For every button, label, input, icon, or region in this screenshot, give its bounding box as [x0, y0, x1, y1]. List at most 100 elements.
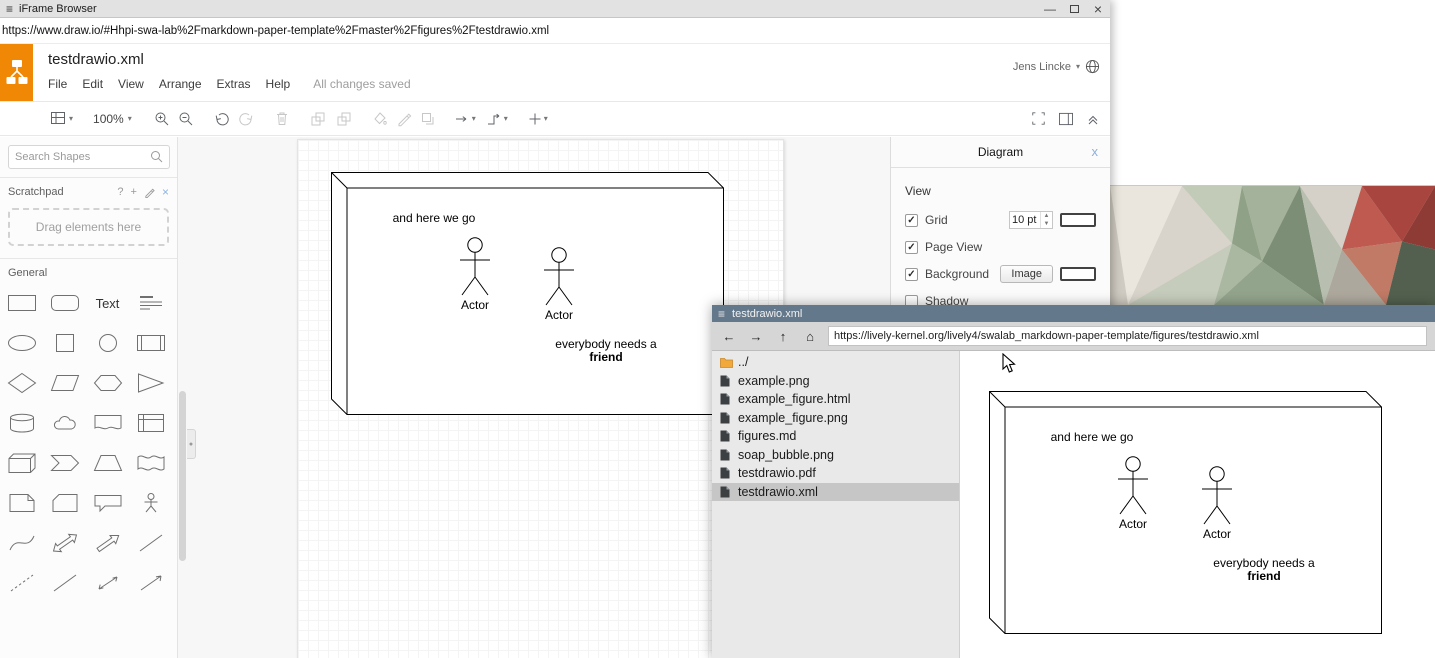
back-button[interactable]: ← — [720, 329, 738, 344]
close-format-panel-icon[interactable]: x — [1092, 144, 1099, 159]
shape-line[interactable] — [129, 523, 172, 563]
shape-step[interactable] — [43, 443, 86, 483]
shape-line-diagonal[interactable] — [43, 563, 86, 603]
shape-parallelogram[interactable] — [43, 363, 86, 403]
file-row[interactable]: example_figure.html — [712, 390, 959, 409]
help-icon[interactable]: ? — [117, 186, 123, 198]
menu-view[interactable]: View — [118, 77, 144, 91]
shape-cloud[interactable] — [43, 403, 86, 443]
format-tab-diagram[interactable]: Diagram — [978, 145, 1023, 159]
file-row[interactable]: testdrawio.pdf — [712, 464, 959, 483]
page-view-checkbox[interactable] — [905, 241, 918, 254]
home-button[interactable]: ⌂ — [801, 329, 819, 344]
caption-text[interactable]: everybody needs a — [1213, 556, 1315, 570]
window-menu-icon[interactable]: ≡ — [6, 2, 13, 16]
shape-diamond[interactable] — [0, 363, 43, 403]
window-titlebar[interactable]: ≡ iFrame Browser — × — [0, 0, 1110, 18]
menu-edit[interactable]: Edit — [82, 77, 103, 91]
user-name[interactable]: Jens Lincke — [1013, 61, 1071, 73]
shape-callout[interactable] — [86, 483, 129, 523]
fullscreen-icon[interactable] — [1031, 111, 1046, 126]
background-image-button[interactable]: Image — [1000, 265, 1053, 283]
file-browser-titlebar[interactable]: ≡ testdrawio.xml — [712, 305, 1435, 322]
spinner-up-icon[interactable]: ▲ — [1041, 212, 1052, 220]
maximize-button[interactable] — [1062, 0, 1086, 17]
shapes-panel-scrollbar[interactable] — [178, 137, 187, 658]
waypoints-button[interactable]: ▾ — [486, 112, 508, 126]
shape-bidirectional-connector[interactable] — [86, 563, 129, 603]
file-browser-url-field[interactable]: https://lively-kernel.org/lively4/swalab… — [828, 326, 1427, 346]
shape-ellipse[interactable] — [0, 323, 43, 363]
shape-note[interactable] — [0, 483, 43, 523]
up-button[interactable]: ↑ — [774, 329, 792, 344]
connection-button[interactable]: ▾ — [454, 112, 476, 126]
actor-label[interactable]: Actor — [545, 308, 573, 322]
minimize-button[interactable]: — — [1038, 0, 1062, 17]
zoom-out-button[interactable] — [178, 111, 194, 127]
close-button[interactable]: × — [1086, 0, 1110, 17]
shape-cylinder[interactable] — [0, 403, 43, 443]
file-row[interactable]: testdrawio.xml — [712, 483, 959, 502]
shape-hexagon[interactable] — [86, 363, 129, 403]
edit-pencil-icon[interactable] — [144, 187, 155, 198]
shape-triangle[interactable] — [129, 363, 172, 403]
shape-dotted-line[interactable] — [0, 563, 43, 603]
to-back-button[interactable] — [336, 111, 352, 127]
to-front-button[interactable] — [310, 111, 326, 127]
file-row[interactable]: ../ — [712, 353, 959, 372]
close-scratchpad-icon[interactable]: × — [162, 185, 169, 199]
canvas-drawing[interactable]: and here we go Actor Actor everybody nee… — [330, 171, 725, 421]
cube-shape[interactable]: and here we go Actor Actor everybody nee… — [988, 390, 1383, 635]
shape-actor[interactable] — [129, 483, 172, 523]
shape-card[interactable] — [43, 483, 86, 523]
grid-size-spinner[interactable]: ▲▼ — [1009, 211, 1053, 229]
menu-help[interactable]: Help — [266, 77, 291, 91]
cube-shape[interactable]: and here we go Actor Actor everybody nee… — [330, 171, 725, 416]
file-row[interactable]: soap_bubble.png — [712, 446, 959, 465]
file-row[interactable]: example_figure.png — [712, 409, 959, 428]
actor-label[interactable]: Actor — [1203, 527, 1231, 541]
shape-square[interactable] — [43, 323, 86, 363]
shape-directional-connector[interactable] — [129, 563, 172, 603]
shape-curve[interactable] — [0, 523, 43, 563]
grid-size-input[interactable] — [1010, 212, 1040, 228]
undo-button[interactable] — [214, 111, 230, 126]
general-section-header[interactable]: General — [0, 259, 177, 283]
grid-checkbox[interactable] — [905, 214, 918, 227]
browser-url-bar[interactable]: https://www.draw.io/#Hhpi-swa-lab%2Fmark… — [0, 18, 1110, 44]
search-shapes-input[interactable] — [8, 145, 170, 169]
grid-color-swatch[interactable] — [1060, 213, 1096, 227]
shape-circle[interactable] — [86, 323, 129, 363]
line-color-button[interactable] — [396, 111, 412, 127]
fill-color-button[interactable] — [372, 111, 388, 127]
globe-icon[interactable] — [1085, 59, 1100, 74]
panel-collapse-handle[interactable]: ● — [187, 429, 196, 459]
shape-text[interactable]: Text — [86, 283, 129, 323]
shape-trapezoid[interactable] — [86, 443, 129, 483]
shape-process[interactable] — [129, 323, 172, 363]
menu-file[interactable]: File — [48, 77, 67, 91]
scrollbar-thumb[interactable] — [179, 391, 186, 561]
zoom-select[interactable]: 100% ▾ — [93, 112, 132, 126]
background-color-swatch[interactable] — [1060, 267, 1096, 281]
insert-button[interactable]: ▾ — [528, 112, 548, 126]
add-icon[interactable]: + — [131, 186, 137, 198]
shape-bidirectional-arrow[interactable] — [43, 523, 86, 563]
shape-rectangle[interactable] — [0, 283, 43, 323]
spinner-down-icon[interactable]: ▼ — [1041, 220, 1052, 228]
actor-label[interactable]: Actor — [1119, 517, 1147, 531]
page-view-button[interactable]: ▾ — [50, 111, 73, 126]
file-row[interactable]: example.png — [712, 372, 959, 391]
actor-label[interactable]: Actor — [461, 298, 489, 312]
menu-arrange[interactable]: Arrange — [159, 77, 202, 91]
shape-document[interactable] — [86, 403, 129, 443]
note-text[interactable]: and here we go — [393, 211, 476, 225]
file-row[interactable]: figures.md — [712, 427, 959, 446]
caption-text-bold[interactable]: friend — [589, 350, 622, 364]
caption-text-bold[interactable]: friend — [1247, 569, 1280, 583]
shape-textbox[interactable] — [129, 283, 172, 323]
shape-internal-storage[interactable] — [129, 403, 172, 443]
shadow-button[interactable] — [420, 111, 436, 127]
shape-arrow[interactable] — [86, 523, 129, 563]
menu-extras[interactable]: Extras — [217, 77, 251, 91]
